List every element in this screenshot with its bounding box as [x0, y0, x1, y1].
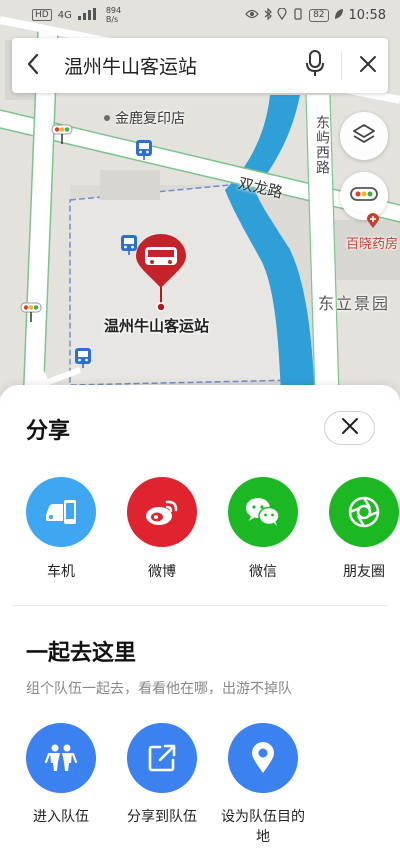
- share-title: 分享: [26, 419, 71, 444]
- close-sheet-button[interactable]: [324, 411, 375, 445]
- map-view[interactable]: HD 4G 894 B/s 82 10:58 温州牛山客运站 金鹿复印店 双龙路…: [0, 0, 400, 430]
- clear-search-button[interactable]: [348, 38, 388, 93]
- share-car-label: 车机: [47, 564, 75, 580]
- road-label-vertical: 东屿西路: [314, 115, 330, 175]
- join-team-button[interactable]: 进入队伍: [11, 723, 111, 827]
- car-phone-icon: [26, 477, 96, 547]
- traffic-signal-icon: [20, 302, 42, 328]
- close-icon: [359, 55, 377, 77]
- community-label: 东立景园: [318, 294, 391, 313]
- eye-icon: [245, 8, 259, 22]
- bluetooth-icon: [264, 7, 272, 23]
- station-label[interactable]: 温州牛山客运站: [104, 315, 209, 336]
- share-moments-button[interactable]: 朋友圈: [319, 477, 400, 581]
- moments-icon: [329, 477, 399, 547]
- chevron-left-icon: [26, 53, 40, 79]
- share-wechat-button[interactable]: 微信: [218, 477, 308, 581]
- set-team-destination-label: 设为队伍目的地: [221, 809, 305, 845]
- team-section-subtitle: 组个队伍一起去，看看他在哪，出游不掉队: [26, 681, 292, 697]
- share-to-team-button[interactable]: 分享到队伍: [112, 723, 212, 827]
- leaf-icon: [334, 8, 344, 23]
- bus-stop-icon[interactable]: [74, 347, 92, 369]
- share-out-icon: [127, 723, 197, 793]
- signal-bars-icon: [77, 7, 100, 23]
- pharmacy-label[interactable]: 百晓药房: [346, 233, 398, 252]
- microphone-icon: [305, 49, 325, 82]
- bus-station-pin-icon[interactable]: [134, 234, 188, 294]
- share-sheet: 分享 车机 微博 微信 朋友圈 一起去这里 组个队伍一起去，看看他在哪，出游不掉…: [0, 385, 400, 866]
- battery-level: 82: [309, 8, 329, 22]
- traffic-signal-icon: [51, 124, 73, 150]
- vibrate-icon: [292, 7, 304, 23]
- team-section-title: 一起去这里: [26, 641, 137, 666]
- wechat-icon: [228, 477, 298, 547]
- share-wechat-label: 微信: [249, 564, 277, 580]
- close-icon: [341, 417, 359, 439]
- search-input[interactable]: 温州牛山客运站: [54, 52, 295, 79]
- location-pin-icon: [228, 723, 298, 793]
- signal-type: 4G: [57, 9, 72, 21]
- network-type: HD: [32, 9, 52, 21]
- set-team-destination-button[interactable]: 设为队伍目的地: [213, 723, 313, 847]
- poi-label[interactable]: 金鹿复印店: [115, 108, 185, 128]
- join-team-label: 进入队伍: [33, 809, 89, 825]
- bus-stop-icon[interactable]: [135, 139, 153, 161]
- layers-icon: [352, 122, 376, 150]
- share-car-button[interactable]: 车机: [16, 477, 106, 581]
- search-divider: [341, 51, 342, 80]
- share-moments-label: 朋友圈: [343, 564, 385, 580]
- team-actions: 进入队伍 分享到队伍 设为队伍目的地: [0, 723, 400, 863]
- traffic-button[interactable]: [340, 172, 388, 220]
- location-status-icon: [277, 6, 287, 23]
- weibo-icon: [127, 477, 197, 547]
- pharmacy-icon: [366, 213, 380, 233]
- group-icon: [26, 723, 96, 793]
- status-bar: HD 4G 894 B/s 82 10:58: [0, 0, 400, 30]
- traffic-light-icon: [350, 186, 378, 206]
- search-bar: 温州牛山客运站: [12, 38, 388, 93]
- voice-search-button[interactable]: [295, 38, 335, 93]
- share-weibo-label: 微博: [148, 564, 176, 580]
- back-button[interactable]: [12, 38, 54, 93]
- net-speed-value: 894: [105, 6, 122, 15]
- poi-dot: [104, 115, 110, 121]
- layers-button[interactable]: [340, 112, 388, 160]
- share-to-team-label: 分享到队伍: [127, 809, 197, 825]
- net-speed-unit: B/s: [105, 15, 119, 24]
- share-weibo-button[interactable]: 微博: [117, 477, 207, 581]
- share-targets: 车机 微博 微信 朋友圈: [0, 477, 400, 587]
- section-divider: [12, 605, 388, 606]
- clock-time: 10:58: [348, 7, 386, 23]
